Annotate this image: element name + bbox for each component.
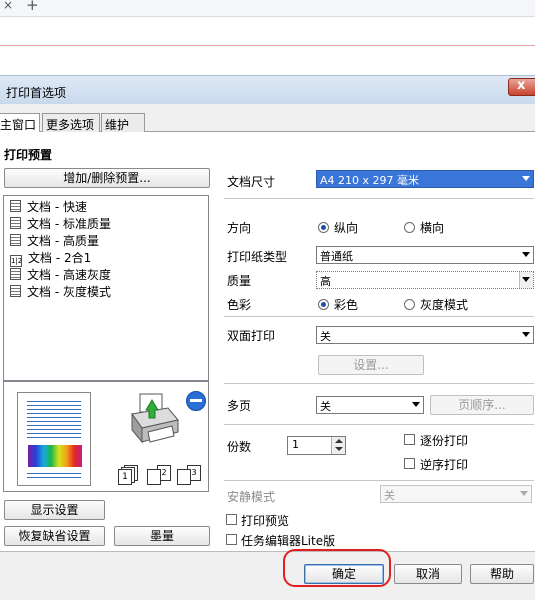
decrement-icon[interactable] — [331, 445, 345, 454]
copies-stepper[interactable]: 1 — [287, 436, 346, 455]
quality-select[interactable]: 高 — [316, 271, 534, 289]
paper-size-label: 文档尺寸 — [227, 175, 276, 189]
paper-preview — [17, 392, 91, 486]
color-option-label: 彩色 — [334, 298, 359, 312]
chevron-down-icon — [522, 176, 530, 181]
duplex-label: 双面打印 — [227, 329, 276, 343]
tab-more-options[interactable]: 更多选项 — [42, 113, 100, 132]
ok-highlight-ring — [283, 549, 391, 587]
close-icon: x — [517, 78, 526, 93]
preset-item[interactable]: 文档 - 灰度模式 — [10, 283, 111, 299]
chevron-down-icon — [522, 332, 530, 337]
landscape-radio[interactable] — [404, 222, 415, 233]
job-arranger-checkbox[interactable] — [226, 534, 237, 545]
add-remove-preset-button[interactable]: 增加/删除预置... — [4, 168, 210, 188]
collate-checkbox[interactable] — [404, 434, 415, 445]
new-tab-icon[interactable]: + — [26, 0, 39, 14]
color-bar — [28, 445, 82, 467]
grayscale-radio[interactable] — [404, 299, 415, 310]
reverse-order-checkbox[interactable] — [404, 458, 415, 469]
chevron-down-icon — [522, 252, 530, 257]
divider — [224, 316, 534, 317]
paper-type-label: 打印纸类型 — [227, 250, 288, 264]
info-icon[interactable] — [186, 391, 206, 411]
divider — [224, 383, 534, 384]
quiet-mode-label: 安静模式 — [227, 490, 276, 504]
preset-item[interactable]: 文档 - 高质量 — [10, 232, 99, 248]
copy-3-icon: 3 — [177, 465, 201, 485]
display-settings-button[interactable]: 显示设置 — [4, 500, 105, 520]
grayscale-option-label: 灰度模式 — [420, 298, 469, 312]
restore-defaults-button[interactable]: 恢复缺省设置 — [4, 526, 105, 546]
paper-type-value: 普通纸 — [320, 250, 353, 263]
ink-levels-button[interactable]: 墨量 — [114, 526, 210, 546]
copies-value: 1 — [292, 438, 299, 451]
collate-label: 逐份打印 — [420, 434, 469, 448]
print-preview-label: 打印预览 — [241, 514, 290, 528]
doc-icon — [10, 285, 21, 297]
dialog-title: 打印首选项 — [6, 86, 67, 100]
preset-item[interactable]: 文档 - 快速 — [10, 198, 87, 214]
cancel-button[interactable]: 取消 — [394, 564, 462, 584]
printer-icon — [131, 393, 179, 444]
chevron-down-icon — [412, 402, 420, 407]
preset-item[interactable]: 文档 - 高速灰度 — [10, 266, 111, 282]
copies-label: 份数 — [227, 440, 252, 454]
job-arranger-label: 任务编辑器Lite版 — [241, 534, 336, 548]
copy-2-icon: 2 — [147, 465, 171, 485]
page-order-button[interactable]: 页顺序... — [430, 395, 534, 415]
copy-1-icon: 1 — [118, 465, 142, 485]
color-label: 色彩 — [227, 298, 252, 312]
print-preview-checkbox[interactable] — [226, 514, 237, 525]
preset-item[interactable]: 1|2 文档 - 2合1 — [10, 249, 91, 267]
paper-size-select[interactable]: A4 210 x 297 毫米 — [316, 170, 534, 188]
multipage-value: 关 — [320, 400, 331, 413]
doc-icon — [10, 234, 21, 246]
reverse-order-label: 逆序打印 — [420, 458, 469, 472]
landscape-label: 横向 — [420, 221, 445, 235]
chevron-down-icon — [520, 491, 528, 496]
duplex-value: 关 — [320, 330, 331, 343]
quality-value: 高 — [320, 275, 331, 288]
paper-size-value: A4 210 x 297 毫米 — [320, 174, 420, 187]
doc-icon — [10, 200, 21, 212]
chevron-down-icon — [522, 277, 530, 282]
presets-heading: 打印预置 — [4, 148, 53, 162]
preset-item[interactable]: 文档 - 标准质量 — [10, 215, 111, 231]
portrait-label: 纵向 — [334, 221, 359, 235]
tab-main[interactable]: 主窗口 — [0, 113, 40, 133]
help-button[interactable]: 帮助 — [470, 564, 534, 584]
duplex-select[interactable]: 关 — [316, 326, 534, 344]
divider — [224, 198, 534, 199]
portrait-radio[interactable] — [318, 222, 329, 233]
divider — [224, 480, 534, 481]
color-radio[interactable] — [318, 299, 329, 310]
multipage-select[interactable]: 关 — [316, 396, 424, 414]
doc-icon — [10, 217, 21, 229]
multipage-label: 多页 — [227, 399, 252, 413]
quiet-mode-select[interactable]: 关 — [380, 485, 532, 503]
divider — [224, 424, 534, 425]
tab-strip: 主窗口 更多选项 维护 — [0, 113, 535, 133]
quiet-mode-value: 关 — [384, 489, 395, 502]
dialog-close-button[interactable]: x — [508, 78, 535, 96]
tab-maintenance[interactable]: 维护 — [101, 113, 145, 132]
quality-label: 质量 — [227, 274, 252, 288]
close-tab-icon[interactable]: × — [3, 0, 13, 12]
page-divider — [0, 45, 535, 46]
dialog-titlebar: 打印首选项 x — [0, 75, 535, 104]
browser-tab-strip — [0, 0, 535, 17]
paper-type-select[interactable]: 普通纸 — [316, 246, 534, 264]
orientation-label: 方向 — [227, 221, 252, 235]
duplex-settings-button[interactable]: 设置... — [318, 355, 424, 375]
doc-icon — [10, 268, 21, 280]
